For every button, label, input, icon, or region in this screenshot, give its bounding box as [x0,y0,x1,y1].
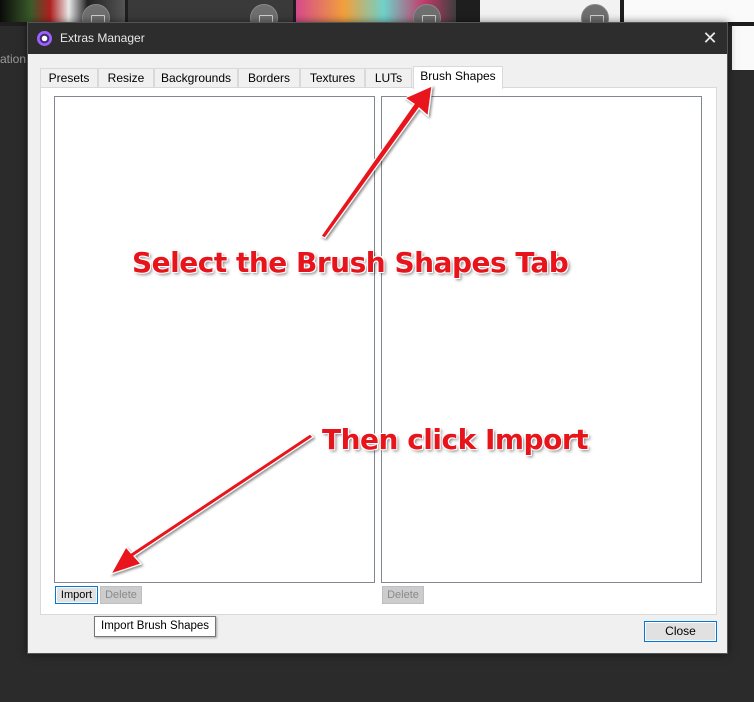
close-button[interactable]: Close [644,621,717,642]
tab-borders[interactable]: Borders [238,68,300,88]
app-logo-icon [37,31,52,46]
import-button[interactable]: Import [55,586,98,604]
background-panel-edge [732,26,754,70]
brush-preview-list[interactable] [381,96,702,583]
tab-resize[interactable]: Resize [98,68,154,88]
tab-textures[interactable]: Textures [300,68,365,88]
delete-button-right[interactable]: Delete [382,586,424,604]
window-title: Extras Manager [60,31,145,45]
delete-button-left[interactable]: Delete [100,586,142,604]
extras-manager-dialog: Extras Manager ✕ Presets Resize Backgrou… [27,22,728,654]
instruction-step-1: Select the Brush Shapes Tab [132,246,569,279]
import-tooltip: Import Brush Shapes [94,616,217,637]
title-bar[interactable]: Extras Manager ✕ [28,23,727,54]
close-icon[interactable]: ✕ [699,27,721,49]
installed-brush-list[interactable] [54,96,375,583]
tab-backgrounds[interactable]: Backgrounds [154,68,238,88]
tab-presets[interactable]: Presets [40,68,98,88]
tab-brush-shapes[interactable]: Brush Shapes [413,66,503,89]
background-side-label: ation [0,52,27,66]
instruction-step-2: Then click Import [322,423,589,456]
brush-shapes-panel: Import Delete Delete [40,87,717,615]
tab-luts[interactable]: LUTs [365,68,412,88]
thumbnail-image [624,0,754,22]
